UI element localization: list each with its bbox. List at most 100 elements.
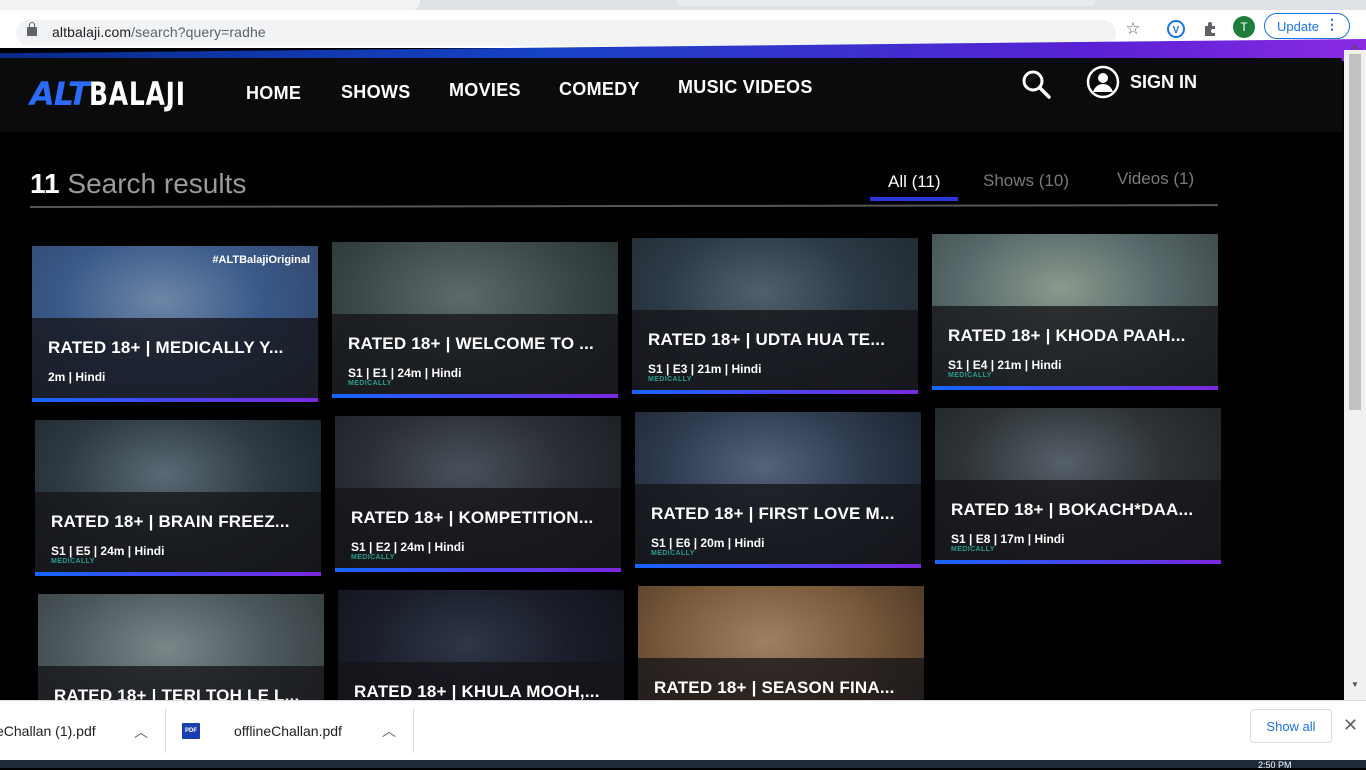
- vpn-extension-icon[interactable]: V: [1165, 18, 1187, 40]
- taskbar: [0, 760, 1366, 768]
- chevron-up-icon[interactable]: ︿: [134, 722, 148, 742]
- card-title: RATED 18+ | BOKACH*DAA...: [951, 500, 1194, 519]
- card-title: RATED 18+ | SEASON FINA...: [654, 678, 895, 697]
- progress-bar: [332, 394, 618, 398]
- update-label: Update: [1277, 18, 1319, 34]
- result-card[interactable]: RATED 18+ | FIRST LOVE M... S1 | E6 | 20m…: [635, 412, 921, 568]
- divider: [165, 709, 166, 753]
- divider: [413, 709, 414, 753]
- card-meta: S1 | E8 | 17m | Hindi: [951, 532, 1065, 546]
- progress-bar: [335, 568, 621, 572]
- download-item[interactable]: eChallan (1).pdf: [0, 701, 96, 761]
- card-meta: 2m | Hindi: [48, 370, 106, 384]
- update-button[interactable]: Update ⋮: [1264, 13, 1350, 39]
- progress-bar: [632, 390, 918, 394]
- active-tab-indicator: [870, 197, 958, 201]
- user-icon[interactable]: [1085, 64, 1121, 100]
- show-logo: MEDICALLY: [651, 550, 695, 557]
- show-logo: MEDICALLY: [948, 372, 992, 379]
- card-title: RATED 18+ | TERI TOH LE L...: [54, 686, 300, 700]
- site-logo[interactable]: ALT BALAJI: [30, 74, 213, 114]
- show-logo: MEDICALLY: [351, 554, 395, 561]
- tab-all[interactable]: All (11): [888, 172, 941, 192]
- result-card[interactable]: RATED 18+ | SEASON FINA...: [638, 586, 924, 700]
- svg-text:V: V: [1173, 25, 1180, 36]
- result-card[interactable]: RATED 18+ | KHULA MOOH,...: [338, 590, 624, 700]
- nav-shows[interactable]: SHOWS: [341, 82, 411, 103]
- result-card[interactable]: #ALTBalajiOriginal RATED 18+ | MEDICALLY …: [32, 246, 318, 402]
- scroll-up-arrow-icon[interactable]: ▲: [1351, 42, 1359, 51]
- card-meta: S1 | E2 | 24m | Hindi: [351, 540, 465, 554]
- result-card[interactable]: RATED 18+ | TERI TOH LE L...: [38, 594, 324, 700]
- card-title: RATED 18+ | WELCOME TO ...: [348, 334, 594, 353]
- pdf-icon: PDF: [182, 723, 200, 739]
- results-heading: 11 Search results: [30, 168, 246, 200]
- progress-bar: [32, 398, 318, 402]
- divider: [29, 204, 1219, 208]
- result-card[interactable]: RATED 18+ | BRAIN FREEZ... S1 | E5 | 24m …: [35, 420, 321, 576]
- card-title: RATED 18+ | UDTA HUA TE...: [648, 330, 886, 349]
- card-meta: S1 | E6 | 20m | Hindi: [651, 536, 765, 550]
- nav-music-videos[interactable]: MUSIC VIDEOS: [678, 77, 813, 98]
- show-logo: MEDICALLY: [951, 546, 995, 553]
- progress-bar: [932, 386, 1218, 390]
- result-card[interactable]: RATED 18+ | UDTA HUA TE... S1 | E3 | 21m …: [632, 238, 918, 394]
- card-title: RATED 18+ | KHODA PAAH...: [948, 326, 1186, 345]
- chevron-up-icon[interactable]: ︿: [382, 721, 396, 741]
- card-title: RATED 18+ | MEDICALLY Y...: [48, 338, 284, 357]
- tab-shows[interactable]: Shows (10): [983, 171, 1069, 191]
- show-all-button[interactable]: Show all: [1250, 709, 1332, 743]
- result-card[interactable]: RATED 18+ | WELCOME TO ... S1 | E1 | 24m …: [332, 242, 618, 398]
- url-path: /search?query=radhe: [131, 24, 266, 40]
- card-meta: S1 | E3 | 21m | Hindi: [648, 362, 762, 376]
- taskbar-clock: 2:50 PM: [1258, 760, 1292, 770]
- downloads-bar: eChallan (1).pdf ︿ PDF offlineChallan.pd…: [0, 700, 1366, 761]
- card-hashtag: #ALTBalajiOriginal: [212, 254, 310, 266]
- card-meta: S1 | E5 | 24m | Hindi: [51, 544, 165, 558]
- site-header: ALT BALAJI HOME SHOWS MOVIES COMEDY MUSIC…: [0, 58, 1342, 132]
- browser-tab-strip: [0, 0, 1366, 10]
- sign-in-link[interactable]: SIGN IN: [1130, 72, 1197, 93]
- progress-bar: [635, 564, 921, 568]
- show-logo: MEDICALLY: [51, 558, 95, 565]
- nav-movies[interactable]: MOVIES: [449, 80, 521, 101]
- scroll-down-arrow-icon[interactable]: ▼: [1351, 680, 1359, 689]
- download-item[interactable]: PDF offlineChallan.pdf: [182, 701, 342, 761]
- card-title: RATED 18+ | BRAIN FREEZ...: [51, 512, 290, 531]
- browser-tab-active[interactable]: [0, 0, 420, 10]
- url-domain: altbalaji.com: [52, 24, 132, 40]
- scrollbar-thumb[interactable]: [1349, 54, 1361, 410]
- result-card[interactable]: RATED 18+ | KHODA PAAH... S1 | E4 | 21m |…: [932, 234, 1218, 390]
- logo-alt: ALT: [30, 75, 90, 113]
- progress-bar: [35, 572, 321, 576]
- nav-comedy[interactable]: COMEDY: [559, 79, 640, 100]
- page-content: ALT BALAJI HOME SHOWS MOVIES COMEDY MUSIC…: [0, 58, 1342, 700]
- star-icon[interactable]: ☆: [1122, 18, 1144, 40]
- close-icon[interactable]: ✕: [1343, 715, 1358, 736]
- card-meta: S1 | E4 | 21m | Hindi: [948, 358, 1062, 372]
- url-text[interactable]: altbalaji.com/search?query=radhe: [52, 24, 266, 40]
- results-label: Search results: [67, 168, 247, 199]
- show-logo: MEDICALLY: [648, 376, 692, 383]
- result-card[interactable]: RATED 18+ | KOMPETITION... S1 | E2 | 24m …: [335, 416, 621, 572]
- card-title: RATED 18+ | KOMPETITION...: [351, 508, 594, 527]
- search-icon[interactable]: [1020, 68, 1052, 100]
- download-filename: offlineChallan.pdf: [234, 723, 342, 739]
- menu-dots-icon[interactable]: ⋮: [1325, 16, 1339, 33]
- results-count: 11: [30, 168, 60, 199]
- tab-videos[interactable]: Videos (1): [1117, 169, 1194, 189]
- lock-icon[interactable]: [27, 22, 37, 36]
- show-logo: MEDICALLY: [348, 380, 392, 387]
- download-filename: eChallan (1).pdf: [0, 723, 96, 739]
- result-card[interactable]: RATED 18+ | BOKACH*DAA... S1 | E8 | 17m |…: [935, 408, 1221, 564]
- progress-bar: [935, 560, 1221, 564]
- card-overlay: [32, 318, 318, 402]
- logo-balaji: BALAJI: [88, 75, 186, 113]
- card-title: RATED 18+ | KHULA MOOH,...: [354, 682, 600, 700]
- card-meta: S1 | E1 | 24m | Hindi: [348, 366, 462, 380]
- puzzle-icon[interactable]: [1199, 18, 1221, 40]
- profile-avatar[interactable]: T: [1233, 16, 1255, 38]
- card-title: RATED 18+ | FIRST LOVE M...: [651, 504, 895, 523]
- browser-tab[interactable]: [676, 0, 1096, 6]
- nav-home[interactable]: HOME: [246, 83, 301, 104]
